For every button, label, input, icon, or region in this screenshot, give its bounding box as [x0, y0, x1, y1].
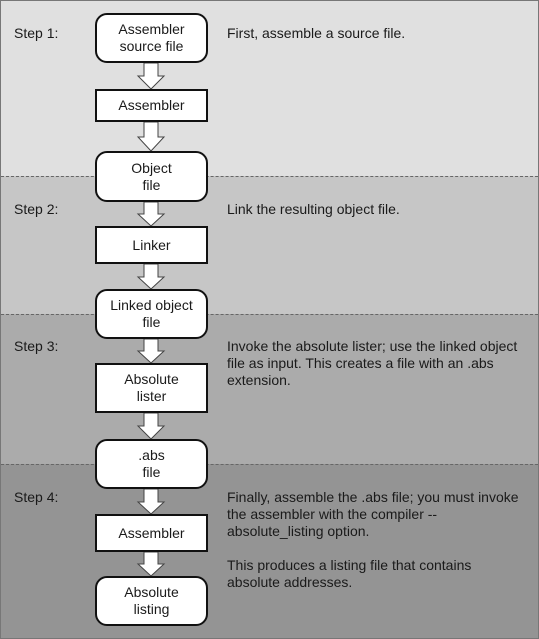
arrow-down-icon [136, 339, 166, 363]
node-absolute-lister: Absolute lister [95, 363, 208, 413]
step-2-description: Link the resulting object file. [227, 201, 527, 235]
node-assembler-source-file: Assembler source file [95, 13, 208, 63]
node-object-file: Object file [95, 151, 208, 202]
divider [1, 314, 538, 315]
step-4-description: Finally, assemble the .abs file; you mus… [227, 489, 527, 608]
step-3-description: Invoke the absolute lister; use the link… [227, 338, 527, 406]
description-text: First, assemble a source file. [227, 25, 406, 41]
node-label: Absolute lister [124, 371, 179, 404]
node-label: Linked object file [110, 297, 193, 330]
arrow-down-icon [136, 122, 166, 151]
node-label: Assembler [118, 524, 185, 541]
step-1-label: Step 1: [14, 25, 59, 41]
node-assembler: Assembler [95, 89, 208, 122]
node-linked-object-file: Linked object file [95, 289, 208, 339]
arrow-down-icon [136, 489, 166, 514]
divider [1, 464, 538, 465]
step-4-label: Step 4: [14, 489, 59, 505]
node-linker: Linker [95, 226, 208, 264]
arrow-down-icon [136, 202, 166, 226]
step-3-label: Step 3: [14, 338, 59, 354]
node-label: Assembler [118, 97, 185, 113]
divider [1, 176, 538, 177]
node-abs-file: .abs file [95, 439, 208, 489]
node-absolute-listing: Absolute listing [95, 576, 208, 626]
node-label: Linker [132, 236, 171, 253]
description-text: Finally, assemble the .abs file; you mus… [227, 489, 519, 539]
node-label: Object file [131, 159, 172, 193]
node-label: Absolute listing [124, 584, 179, 617]
node-label: .abs file [138, 447, 165, 480]
flow-diagram: Step 1: Step 2: Step 3: Step 4: First, a… [0, 0, 539, 639]
arrow-down-icon [136, 63, 166, 89]
description-text: Invoke the absolute lister; use the link… [227, 338, 518, 388]
description-text: This produces a listing file that contai… [227, 557, 472, 590]
arrow-down-icon [136, 413, 166, 439]
node-assembler-2: Assembler [95, 514, 208, 552]
description-text: Link the resulting object file. [227, 201, 400, 217]
step-2-band [1, 176, 538, 314]
step-1-description: First, assemble a source file. [227, 25, 527, 59]
node-label: Assembler source file [118, 21, 185, 54]
step-2-label: Step 2: [14, 201, 59, 217]
arrow-down-icon [136, 264, 166, 289]
arrow-down-icon [136, 552, 166, 576]
